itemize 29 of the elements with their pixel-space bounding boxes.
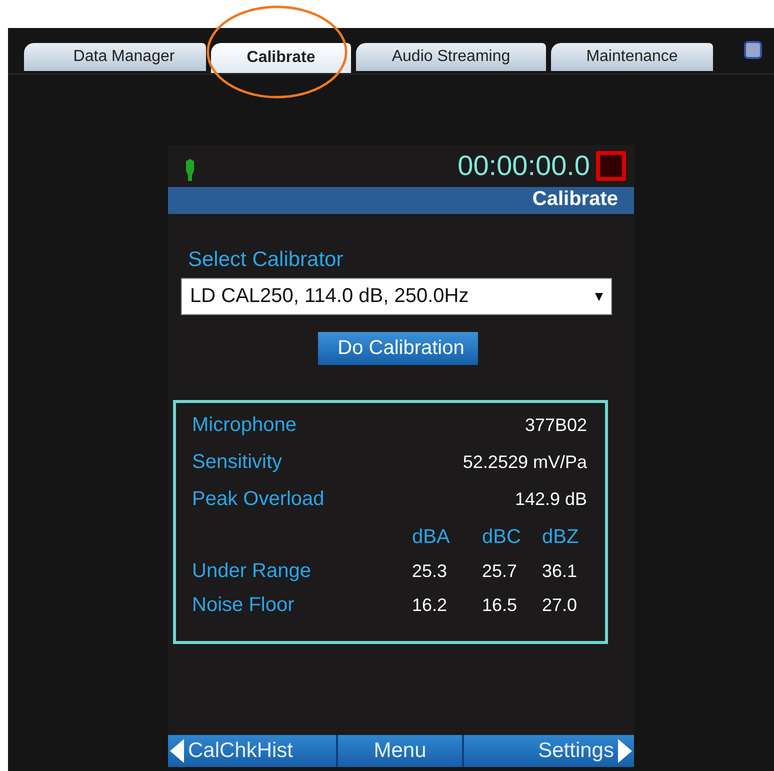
info-value: 52.2529 mV/Pa	[462, 452, 587, 473]
info-label: Microphone	[192, 414, 297, 437]
level-value: 27.0	[542, 595, 578, 616]
tab[interactable]: Maintenance	[551, 43, 713, 71]
level-value: 25.7	[482, 561, 518, 582]
tab[interactable]: Data Manager	[24, 43, 206, 71]
info-value: 142.9 dB	[514, 489, 587, 510]
info-value: 377B02	[524, 415, 587, 436]
nav-button[interactable]: CalChkHist	[168, 735, 338, 767]
level-value: 16.5	[482, 595, 518, 616]
info-label: Peak Overload	[192, 488, 324, 511]
elapsed-time: 00:00:00.0	[458, 150, 590, 182]
level-value: 36.1	[542, 561, 578, 582]
info-label: Sensitivity	[192, 451, 282, 474]
level-value: 25.3	[412, 561, 448, 582]
tab[interactable]: Audio Streaming	[356, 43, 546, 71]
info-label: Under Range	[192, 560, 312, 583]
nav-button[interactable]: Menu	[338, 735, 464, 767]
column-header: dBC	[482, 526, 522, 549]
do-calibration-button[interactable]: Do Calibration	[318, 332, 478, 365]
calibrator-select[interactable]: LD CAL250, 114.0 dB, 250.0Hz	[181, 278, 612, 315]
column-header: dBA	[412, 526, 451, 549]
column-header: dBZ	[542, 526, 580, 549]
level-value: 16.2	[412, 595, 448, 616]
tab[interactable]: Calibrate	[211, 43, 351, 73]
field-label: Select Calibrator	[188, 248, 344, 272]
title-bar: Calibrate	[168, 187, 634, 214]
info-label: Noise Floor	[192, 594, 296, 617]
nav-button[interactable]: Settings	[464, 735, 634, 767]
